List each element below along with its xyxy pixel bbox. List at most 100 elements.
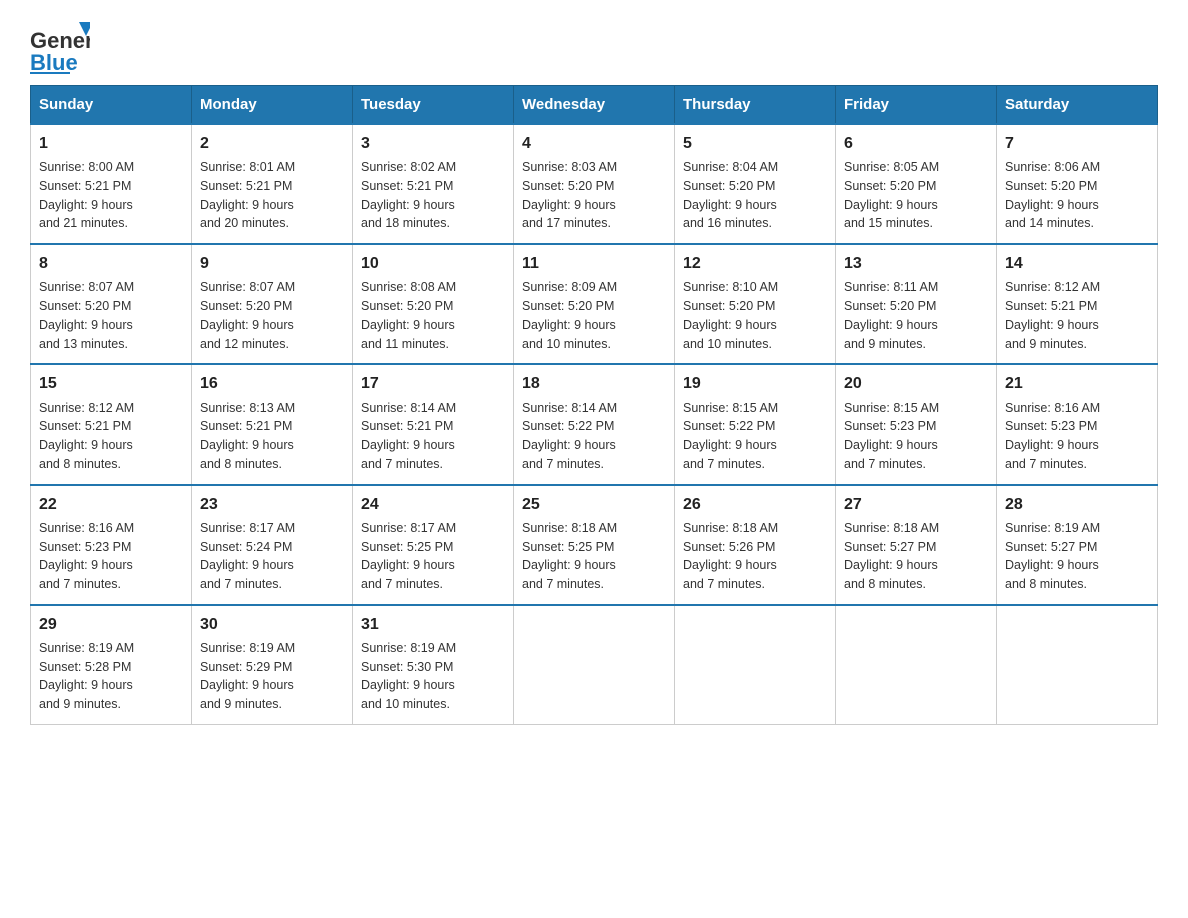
day-info: Sunrise: 8:09 AMSunset: 5:20 PMDaylight:…: [522, 278, 666, 353]
day-number: 2: [200, 132, 344, 155]
day-number: 28: [1005, 493, 1149, 516]
day-info: Sunrise: 8:17 AMSunset: 5:25 PMDaylight:…: [361, 519, 505, 594]
day-cell-9: 9 Sunrise: 8:07 AMSunset: 5:20 PMDayligh…: [192, 244, 353, 364]
calendar-table: SundayMondayTuesdayWednesdayThursdayFrid…: [30, 85, 1158, 725]
day-number: 26: [683, 493, 827, 516]
day-cell-4: 4 Sunrise: 8:03 AMSunset: 5:20 PMDayligh…: [514, 124, 675, 244]
day-cell-29: 29 Sunrise: 8:19 AMSunset: 5:28 PMDaylig…: [31, 605, 192, 725]
logo-icon: General Blue: [30, 20, 90, 75]
day-info: Sunrise: 8:19 AMSunset: 5:28 PMDaylight:…: [39, 639, 183, 714]
day-number: 7: [1005, 132, 1149, 155]
day-number: 25: [522, 493, 666, 516]
weekday-header-row: SundayMondayTuesdayWednesdayThursdayFrid…: [31, 86, 1158, 125]
day-number: 15: [39, 372, 183, 395]
day-info: Sunrise: 8:17 AMSunset: 5:24 PMDaylight:…: [200, 519, 344, 594]
day-number: 6: [844, 132, 988, 155]
day-cell-27: 27 Sunrise: 8:18 AMSunset: 5:27 PMDaylig…: [836, 485, 997, 605]
day-cell-11: 11 Sunrise: 8:09 AMSunset: 5:20 PMDaylig…: [514, 244, 675, 364]
week-row-1: 1 Sunrise: 8:00 AMSunset: 5:21 PMDayligh…: [31, 124, 1158, 244]
day-cell-25: 25 Sunrise: 8:18 AMSunset: 5:25 PMDaylig…: [514, 485, 675, 605]
week-row-4: 22 Sunrise: 8:16 AMSunset: 5:23 PMDaylig…: [31, 485, 1158, 605]
day-info: Sunrise: 8:12 AMSunset: 5:21 PMDaylight:…: [1005, 278, 1149, 353]
day-number: 31: [361, 613, 505, 636]
day-cell-14: 14 Sunrise: 8:12 AMSunset: 5:21 PMDaylig…: [997, 244, 1158, 364]
week-row-3: 15 Sunrise: 8:12 AMSunset: 5:21 PMDaylig…: [31, 364, 1158, 484]
day-cell-10: 10 Sunrise: 8:08 AMSunset: 5:20 PMDaylig…: [353, 244, 514, 364]
logo: General Blue: [30, 20, 90, 75]
day-cell-19: 19 Sunrise: 8:15 AMSunset: 5:22 PMDaylig…: [675, 364, 836, 484]
weekday-header-wednesday: Wednesday: [514, 86, 675, 125]
day-number: 12: [683, 252, 827, 275]
day-number: 5: [683, 132, 827, 155]
day-cell-8: 8 Sunrise: 8:07 AMSunset: 5:20 PMDayligh…: [31, 244, 192, 364]
day-number: 18: [522, 372, 666, 395]
day-info: Sunrise: 8:05 AMSunset: 5:20 PMDaylight:…: [844, 158, 988, 233]
page-header: General Blue: [30, 20, 1158, 75]
day-number: 11: [522, 252, 666, 275]
day-cell-28: 28 Sunrise: 8:19 AMSunset: 5:27 PMDaylig…: [997, 485, 1158, 605]
day-cell-3: 3 Sunrise: 8:02 AMSunset: 5:21 PMDayligh…: [353, 124, 514, 244]
day-info: Sunrise: 8:18 AMSunset: 5:25 PMDaylight:…: [522, 519, 666, 594]
empty-cell: [836, 605, 997, 725]
empty-cell: [997, 605, 1158, 725]
day-cell-30: 30 Sunrise: 8:19 AMSunset: 5:29 PMDaylig…: [192, 605, 353, 725]
day-cell-2: 2 Sunrise: 8:01 AMSunset: 5:21 PMDayligh…: [192, 124, 353, 244]
day-number: 16: [200, 372, 344, 395]
day-cell-13: 13 Sunrise: 8:11 AMSunset: 5:20 PMDaylig…: [836, 244, 997, 364]
day-cell-20: 20 Sunrise: 8:15 AMSunset: 5:23 PMDaylig…: [836, 364, 997, 484]
empty-cell: [675, 605, 836, 725]
day-number: 4: [522, 132, 666, 155]
day-cell-1: 1 Sunrise: 8:00 AMSunset: 5:21 PMDayligh…: [31, 124, 192, 244]
day-info: Sunrise: 8:13 AMSunset: 5:21 PMDaylight:…: [200, 399, 344, 474]
day-number: 13: [844, 252, 988, 275]
day-info: Sunrise: 8:00 AMSunset: 5:21 PMDaylight:…: [39, 158, 183, 233]
day-number: 17: [361, 372, 505, 395]
weekday-header-monday: Monday: [192, 86, 353, 125]
day-info: Sunrise: 8:16 AMSunset: 5:23 PMDaylight:…: [1005, 399, 1149, 474]
day-number: 1: [39, 132, 183, 155]
day-info: Sunrise: 8:04 AMSunset: 5:20 PMDaylight:…: [683, 158, 827, 233]
day-number: 20: [844, 372, 988, 395]
weekday-header-saturday: Saturday: [997, 86, 1158, 125]
day-cell-21: 21 Sunrise: 8:16 AMSunset: 5:23 PMDaylig…: [997, 364, 1158, 484]
week-row-2: 8 Sunrise: 8:07 AMSunset: 5:20 PMDayligh…: [31, 244, 1158, 364]
day-info: Sunrise: 8:07 AMSunset: 5:20 PMDaylight:…: [39, 278, 183, 353]
day-number: 24: [361, 493, 505, 516]
week-row-5: 29 Sunrise: 8:19 AMSunset: 5:28 PMDaylig…: [31, 605, 1158, 725]
day-cell-24: 24 Sunrise: 8:17 AMSunset: 5:25 PMDaylig…: [353, 485, 514, 605]
day-info: Sunrise: 8:19 AMSunset: 5:29 PMDaylight:…: [200, 639, 344, 714]
day-info: Sunrise: 8:10 AMSunset: 5:20 PMDaylight:…: [683, 278, 827, 353]
day-cell-22: 22 Sunrise: 8:16 AMSunset: 5:23 PMDaylig…: [31, 485, 192, 605]
svg-text:Blue: Blue: [30, 50, 78, 75]
day-info: Sunrise: 8:14 AMSunset: 5:22 PMDaylight:…: [522, 399, 666, 474]
day-info: Sunrise: 8:06 AMSunset: 5:20 PMDaylight:…: [1005, 158, 1149, 233]
day-cell-26: 26 Sunrise: 8:18 AMSunset: 5:26 PMDaylig…: [675, 485, 836, 605]
day-cell-5: 5 Sunrise: 8:04 AMSunset: 5:20 PMDayligh…: [675, 124, 836, 244]
day-number: 9: [200, 252, 344, 275]
day-cell-15: 15 Sunrise: 8:12 AMSunset: 5:21 PMDaylig…: [31, 364, 192, 484]
weekday-header-sunday: Sunday: [31, 86, 192, 125]
day-number: 27: [844, 493, 988, 516]
day-cell-23: 23 Sunrise: 8:17 AMSunset: 5:24 PMDaylig…: [192, 485, 353, 605]
day-info: Sunrise: 8:18 AMSunset: 5:27 PMDaylight:…: [844, 519, 988, 594]
day-info: Sunrise: 8:15 AMSunset: 5:22 PMDaylight:…: [683, 399, 827, 474]
day-info: Sunrise: 8:15 AMSunset: 5:23 PMDaylight:…: [844, 399, 988, 474]
day-info: Sunrise: 8:11 AMSunset: 5:20 PMDaylight:…: [844, 278, 988, 353]
weekday-header-friday: Friday: [836, 86, 997, 125]
day-info: Sunrise: 8:19 AMSunset: 5:30 PMDaylight:…: [361, 639, 505, 714]
day-info: Sunrise: 8:14 AMSunset: 5:21 PMDaylight:…: [361, 399, 505, 474]
day-number: 23: [200, 493, 344, 516]
day-cell-31: 31 Sunrise: 8:19 AMSunset: 5:30 PMDaylig…: [353, 605, 514, 725]
day-info: Sunrise: 8:07 AMSunset: 5:20 PMDaylight:…: [200, 278, 344, 353]
day-info: Sunrise: 8:19 AMSunset: 5:27 PMDaylight:…: [1005, 519, 1149, 594]
day-info: Sunrise: 8:16 AMSunset: 5:23 PMDaylight:…: [39, 519, 183, 594]
weekday-header-thursday: Thursday: [675, 86, 836, 125]
day-cell-6: 6 Sunrise: 8:05 AMSunset: 5:20 PMDayligh…: [836, 124, 997, 244]
day-number: 14: [1005, 252, 1149, 275]
day-number: 30: [200, 613, 344, 636]
day-number: 29: [39, 613, 183, 636]
day-cell-18: 18 Sunrise: 8:14 AMSunset: 5:22 PMDaylig…: [514, 364, 675, 484]
day-number: 10: [361, 252, 505, 275]
day-number: 22: [39, 493, 183, 516]
day-info: Sunrise: 8:01 AMSunset: 5:21 PMDaylight:…: [200, 158, 344, 233]
